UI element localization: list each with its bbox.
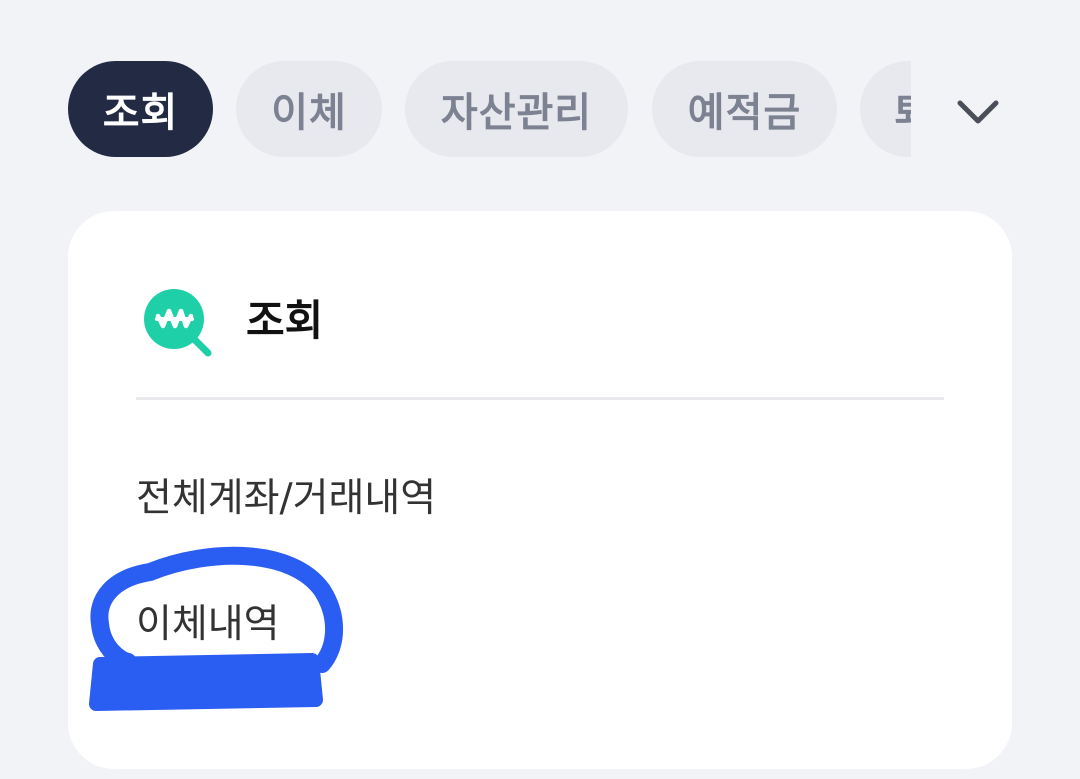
inquiry-menu-card: 조회 전체계좌/거래내역 이체내역 bbox=[68, 211, 1012, 769]
card-title: 조회 bbox=[246, 296, 324, 345]
divider bbox=[136, 397, 944, 400]
screen: 조회 이체 자산관리 예적금 퇴 조회 전체계좌/거래내역 이체내역 bbox=[0, 0, 1080, 779]
tab-inquiry[interactable]: 조회 bbox=[68, 61, 213, 157]
chevron-down-icon bbox=[957, 100, 999, 124]
link-all-accounts-transactions[interactable]: 전체계좌/거래내역 bbox=[136, 473, 436, 525]
link-transfer-history[interactable]: 이체내역 bbox=[136, 599, 280, 651]
tab-deposits-savings[interactable]: 예적금 bbox=[652, 61, 837, 157]
category-tab-bar: 조회 이체 자산관리 예적금 퇴 bbox=[68, 61, 911, 157]
won-search-icon bbox=[144, 289, 212, 357]
tab-transfer[interactable]: 이체 bbox=[236, 61, 382, 157]
expand-tabs-button[interactable] bbox=[946, 86, 1010, 138]
tab-asset-management[interactable]: 자산관리 bbox=[405, 61, 628, 157]
tab-next-partial[interactable]: 퇴 bbox=[860, 61, 911, 157]
